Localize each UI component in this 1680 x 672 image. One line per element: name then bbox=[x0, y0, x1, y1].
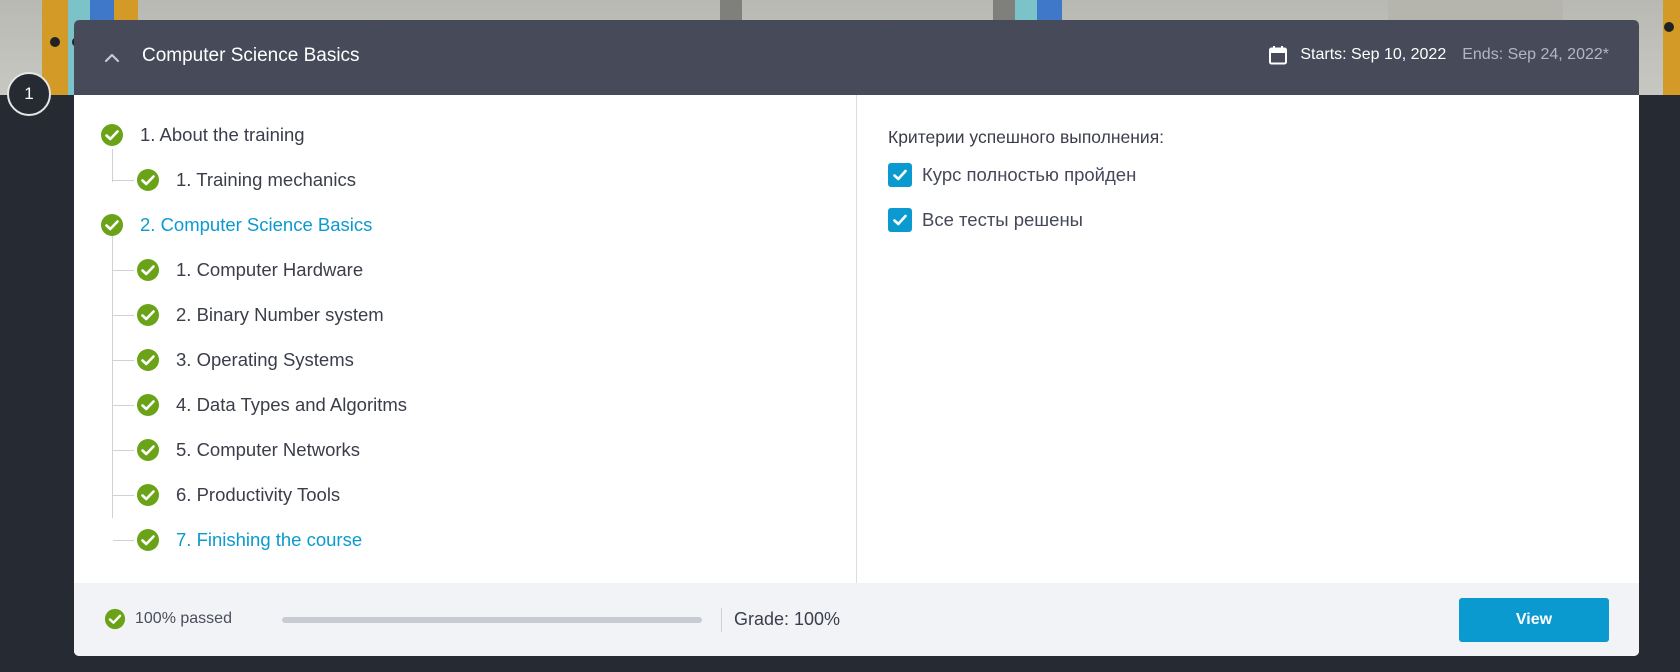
passed-status: 100% passed bbox=[104, 608, 232, 630]
tree-branch bbox=[113, 450, 134, 451]
criterion-tests-solved: Все тесты решены bbox=[888, 208, 1083, 232]
tree-item-computer-networks[interactable]: 5. Computer Networks bbox=[113, 435, 361, 465]
tree-item-label: 2. Binary Number system bbox=[176, 304, 384, 325]
tree-item-label: 7. Finishing the course bbox=[176, 529, 363, 550]
tree-connector bbox=[112, 233, 113, 518]
end-date: Ends: Sep 24, 2022* bbox=[1462, 46, 1609, 63]
tree-item-finishing-the-course[interactable]: 7. Finishing the course bbox=[113, 525, 363, 555]
tree-item-computer-hardware[interactable]: 1. Computer Hardware bbox=[113, 255, 364, 285]
criterion-label: Все тесты решены bbox=[922, 209, 1083, 230]
start-date: Starts: Sep 10, 2022 bbox=[1300, 46, 1447, 63]
tree-item-operating-systems[interactable]: 3. Operating Systems bbox=[113, 345, 354, 375]
chevron-up-icon[interactable] bbox=[102, 48, 122, 68]
course-footer: 100% passed Grade: 100% View bbox=[74, 583, 1639, 656]
criterion-label: Курс полностью пройден bbox=[922, 164, 1137, 185]
step-number-badge: 1 bbox=[7, 72, 51, 116]
checkbox-checked-icon bbox=[888, 163, 912, 187]
check-circle-icon bbox=[137, 484, 159, 506]
course-outline: 1. About the training 1. Training mechan… bbox=[74, 95, 857, 583]
check-circle-icon bbox=[137, 169, 159, 191]
tree-item-about-the-training[interactable]: 1. About the training bbox=[100, 120, 305, 150]
check-circle-icon bbox=[104, 608, 126, 630]
calendar-icon bbox=[1269, 46, 1288, 65]
check-circle-icon bbox=[137, 259, 159, 281]
tree-item-label: 1. Training mechanics bbox=[176, 169, 356, 190]
check-circle-icon bbox=[101, 124, 123, 146]
check-circle-icon bbox=[137, 304, 159, 326]
tree-item-computer-science-basics[interactable]: 2. Computer Science Basics bbox=[100, 210, 372, 240]
criteria-title: Критерии успешного выполнения: bbox=[888, 127, 1165, 147]
progress-bar bbox=[282, 617, 702, 623]
tree-branch bbox=[113, 360, 134, 361]
check-circle-icon bbox=[137, 394, 159, 416]
checkbox-checked-icon bbox=[888, 208, 912, 232]
tree-connector bbox=[112, 149, 113, 182]
course-title: Computer Science Basics bbox=[142, 45, 360, 66]
tree-item-productivity-tools[interactable]: 6. Productivity Tools bbox=[113, 480, 341, 510]
tree-item-binary-number-system[interactable]: 2. Binary Number system bbox=[113, 300, 384, 330]
course-header: Computer Science Basics Starts: Sep 10, … bbox=[74, 20, 1639, 95]
tree-branch bbox=[113, 405, 134, 406]
footer-divider bbox=[721, 608, 722, 632]
progress-bar-fill bbox=[282, 617, 702, 623]
check-circle-icon bbox=[137, 529, 159, 551]
grade-label: Grade: 100% bbox=[734, 609, 841, 629]
tree-item-label: 5. Computer Networks bbox=[176, 439, 361, 460]
tree-item-label: 2. Computer Science Basics bbox=[140, 214, 373, 235]
criterion-course-completed: Курс полностью пройден bbox=[888, 163, 1136, 187]
tree-item-label: 3. Operating Systems bbox=[176, 349, 354, 370]
tree-item-data-types-and-algoritms[interactable]: 4. Data Types and Algoritms bbox=[113, 390, 408, 420]
tree-item-label: 1. Computer Hardware bbox=[176, 259, 364, 280]
check-circle-icon bbox=[137, 349, 159, 371]
course-card: Computer Science Basics Starts: Sep 10, … bbox=[74, 20, 1639, 656]
course-dates: Starts: Sep 10, 2022 Ends: Sep 24, 2022* bbox=[1268, 45, 1609, 65]
tree-branch bbox=[113, 495, 134, 496]
tree-item-training-mechanics[interactable]: 1. Training mechanics bbox=[113, 165, 356, 195]
tree-branch bbox=[113, 315, 134, 316]
passed-label: 100% passed bbox=[135, 610, 232, 627]
check-circle-icon bbox=[137, 439, 159, 461]
tree-branch bbox=[113, 270, 134, 271]
tree-item-label: 4. Data Types and Algoritms bbox=[176, 394, 408, 415]
tree-item-label: 1. About the training bbox=[140, 124, 305, 145]
view-button[interactable]: View bbox=[1459, 598, 1609, 642]
check-circle-icon bbox=[101, 214, 123, 236]
tree-branch bbox=[113, 540, 134, 541]
tree-branch bbox=[113, 180, 134, 181]
tree-item-label: 6. Productivity Tools bbox=[176, 484, 341, 505]
